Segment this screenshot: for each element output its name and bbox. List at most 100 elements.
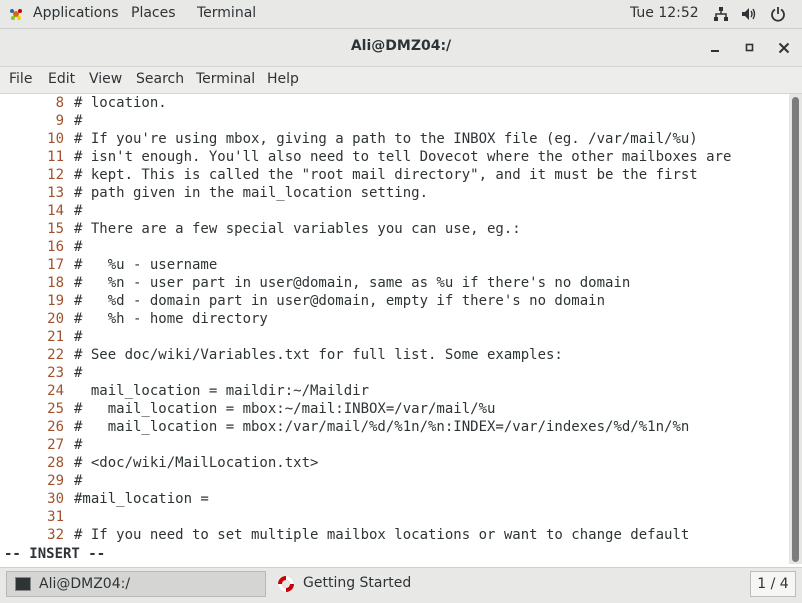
line-number: 28 xyxy=(47,455,64,471)
maximize-icon[interactable] xyxy=(740,38,760,58)
lifebuoy-icon xyxy=(278,576,294,592)
menu-terminal[interactable]: Terminal xyxy=(196,71,255,87)
line-number: 16 xyxy=(47,239,64,255)
editor-line: 28 # <doc/wiki/MailLocation.txt> xyxy=(0,454,318,472)
top-bar: Applications Places Terminal Tue 12:52 xyxy=(0,0,802,29)
line-number: 10 xyxy=(47,131,64,147)
editor-line: 16 # xyxy=(0,238,82,256)
editor-line: 27 # xyxy=(0,436,82,454)
window-titlebar[interactable]: Ali@DMZ04:/ xyxy=(0,29,802,67)
editor-line: 15 # There are a few special variables yo… xyxy=(0,220,521,238)
line-number: 30 xyxy=(47,491,64,507)
line-text: mail_location = maildir:~/Maildir xyxy=(74,383,370,399)
editor-line: 21 # xyxy=(0,328,82,346)
line-text: # isn't enough. You'll also need to tell… xyxy=(74,149,732,165)
line-text: # %h - home directory xyxy=(74,311,268,327)
editor-line: 10 # If you're using mbox, giving a path … xyxy=(0,130,698,148)
taskbar-item-getting-started[interactable]: Getting Started xyxy=(271,571,531,597)
line-text: # mail_location = mbox:/var/mail/%d/%1n/… xyxy=(74,419,690,435)
line-text: # xyxy=(74,365,83,381)
taskbar-item-terminal[interactable]: Ali@DMZ04:/ xyxy=(6,571,266,597)
scrollbar-thumb[interactable] xyxy=(792,97,799,562)
line-text: # If you need to set multiple mailbox lo… xyxy=(74,527,690,543)
editor-line: 26 # mail_location = mbox:/var/mail/%d/%1… xyxy=(0,418,689,436)
line-number: 23 xyxy=(47,365,64,381)
line-number: 27 xyxy=(47,437,64,453)
editor-line: 19 # %d - domain part in user@domain, emp… xyxy=(0,292,605,310)
editor-line: 25 # mail_location = mbox:~/mail:INBOX=/v… xyxy=(0,400,495,418)
editor-line: 22 # See doc/wiki/Variables.txt for full … xyxy=(0,346,563,364)
line-number: 25 xyxy=(47,401,64,417)
line-number: 18 xyxy=(47,275,64,291)
places-menu[interactable]: Places xyxy=(131,5,176,21)
network-icon[interactable] xyxy=(713,6,729,22)
volume-icon[interactable] xyxy=(741,6,757,22)
line-number: 21 xyxy=(47,329,64,345)
editor-line: 29 # xyxy=(0,472,82,490)
editor-line: 17 # %u - username xyxy=(0,256,217,274)
line-number: 17 xyxy=(47,257,64,273)
menu-file[interactable]: File xyxy=(9,71,32,87)
editor-line: 12 # kept. This is called the "root mail … xyxy=(0,166,698,184)
line-text: # There are a few special variables you … xyxy=(74,221,521,237)
menu-help[interactable]: Help xyxy=(267,71,299,87)
line-number: 32 xyxy=(47,527,64,543)
editor-line: 24 mail_location = maildir:~/Maildir xyxy=(0,382,369,400)
close-icon[interactable] xyxy=(774,38,794,58)
taskbar: Ali@DMZ04:/ Getting Started 1 / 4 xyxy=(0,567,802,603)
line-text: # If you're using mbox, giving a path to… xyxy=(74,131,698,147)
vim-mode-status: -- INSERT -- xyxy=(4,546,106,562)
line-number: 29 xyxy=(47,473,64,489)
line-number: 12 xyxy=(47,167,64,183)
line-number: 15 xyxy=(47,221,64,237)
line-text: # <doc/wiki/MailLocation.txt> xyxy=(74,455,319,471)
editor-line: 14 # xyxy=(0,202,82,220)
line-text: # kept. This is called the "root mail di… xyxy=(74,167,698,183)
editor-line: 18 # %n - user part in user@domain, same … xyxy=(0,274,630,292)
line-number: 26 xyxy=(47,419,64,435)
taskbar-item-label: Getting Started xyxy=(303,575,412,591)
menu-edit[interactable]: Edit xyxy=(48,71,75,87)
line-text: # %n - user part in user@domain, same as… xyxy=(74,275,631,291)
applications-icon xyxy=(10,9,22,20)
taskbar-item-label: Ali@DMZ04:/ xyxy=(39,576,131,592)
menu-bar: File Edit View Search Terminal Help xyxy=(0,67,802,94)
line-number: 11 xyxy=(47,149,64,165)
line-number: 20 xyxy=(47,311,64,327)
line-text: # xyxy=(74,437,83,453)
terminal-view[interactable]: 8 # location. 9 # 10 # If you're using mbox… xyxy=(0,94,789,564)
line-number: 19 xyxy=(47,293,64,309)
editor-line: 32 # If you need to set multiple mailbox … xyxy=(0,526,689,544)
power-icon[interactable] xyxy=(770,6,786,22)
minimize-icon[interactable] xyxy=(705,38,725,58)
line-text: # location. xyxy=(74,95,167,111)
editor-line: 23 # xyxy=(0,364,82,382)
editor-line: 30 #mail_location = xyxy=(0,490,209,508)
editor-line: 11 # isn't enough. You'll also need to te… xyxy=(0,148,731,166)
editor-line: 9 # xyxy=(0,112,83,130)
line-number: 13 xyxy=(47,185,64,201)
line-number: 24 xyxy=(47,383,64,399)
line-text: # xyxy=(74,113,83,129)
line-number: 31 xyxy=(47,509,64,525)
workspace-indicator[interactable]: 1 / 4 xyxy=(750,571,796,597)
window-title: Ali@DMZ04:/ xyxy=(350,38,452,54)
line-text: # %d - domain part in user@domain, empty… xyxy=(74,293,606,309)
editor-line: 13 # path given in the mail_location sett… xyxy=(0,184,428,202)
line-text: # See doc/wiki/Variables.txt for full li… xyxy=(74,347,563,363)
line-number: 14 xyxy=(47,203,64,219)
line-number: 9 xyxy=(55,113,64,129)
line-number: 22 xyxy=(47,347,64,363)
menu-search[interactable]: Search xyxy=(136,71,184,87)
line-text: # xyxy=(74,203,83,219)
line-text: #mail_location = xyxy=(74,491,209,507)
terminal-app-menu[interactable]: Terminal xyxy=(197,5,256,21)
clock[interactable]: Tue 12:52 xyxy=(630,5,699,21)
editor-line: 31 xyxy=(0,508,74,526)
editor-line: 20 # %h - home directory xyxy=(0,310,268,328)
line-text: # xyxy=(74,329,83,345)
line-text: # %u - username xyxy=(74,257,218,273)
line-text: # path given in the mail_location settin… xyxy=(74,185,429,201)
applications-menu[interactable]: Applications xyxy=(33,5,119,21)
menu-view[interactable]: View xyxy=(89,71,122,87)
